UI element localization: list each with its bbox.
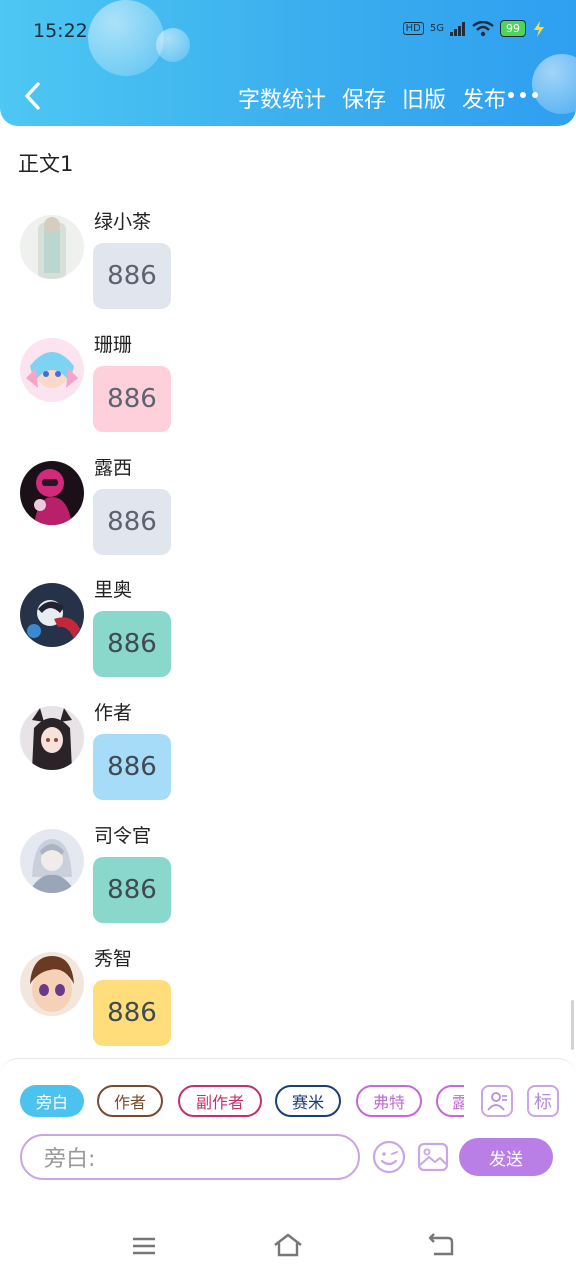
- message-bubble[interactable]: 886: [93, 366, 171, 432]
- speaker-name: 司令官: [94, 825, 152, 847]
- message-bubble[interactable]: 886: [93, 489, 171, 555]
- save-button[interactable]: 保存: [342, 82, 386, 114]
- avatar[interactable]: [20, 583, 84, 647]
- word-count-button[interactable]: 字数统计: [238, 82, 326, 114]
- avatar[interactable]: [20, 829, 84, 893]
- speaker-name: 里奥: [94, 579, 133, 601]
- avatar[interactable]: [20, 706, 84, 770]
- avatar[interactable]: [20, 461, 84, 525]
- 5g-icon: 5G: [429, 23, 444, 34]
- role-chip-author[interactable]: 作者: [97, 1085, 163, 1117]
- more-horizontal-icon[interactable]: [508, 92, 538, 98]
- header-actions: 字数统计 保存 旧版 发布: [238, 82, 506, 114]
- chevron-left-icon[interactable]: [18, 78, 48, 114]
- status-icons: HD 5G 99: [402, 20, 546, 37]
- decor-bubble: [88, 0, 164, 76]
- message-bubble[interactable]: 886: [93, 243, 171, 309]
- signal-icon: [450, 21, 465, 36]
- role-chip-fute[interactable]: 弗特: [356, 1085, 422, 1117]
- smiley-icon[interactable]: [372, 1140, 406, 1174]
- role-chip-coauthor[interactable]: 副作者: [178, 1085, 262, 1117]
- status-time: 15:22: [33, 20, 88, 42]
- speaker-name: 秀智: [94, 948, 133, 970]
- message-bubble[interactable]: 886: [93, 980, 171, 1046]
- decor-bubble: [156, 28, 190, 62]
- speaker-name: 珊珊: [94, 334, 133, 356]
- role-chip-narrator[interactable]: 旁白: [20, 1085, 84, 1117]
- wifi-icon: [472, 20, 494, 36]
- avatar[interactable]: [20, 952, 84, 1016]
- charging-icon: [534, 20, 544, 37]
- decor-bubble: [532, 54, 576, 114]
- message-bubble[interactable]: 886: [93, 734, 171, 800]
- speaker-name: 作者: [94, 702, 133, 724]
- avatar[interactable]: [20, 338, 84, 402]
- app-header: 15:22 HD 5G 99 字数统计 保存 旧版 发布: [0, 0, 576, 126]
- role-chip-lu[interactable]: 露: [436, 1085, 464, 1117]
- avatar[interactable]: [20, 215, 84, 279]
- speaker-name: 绿小茶: [94, 211, 152, 233]
- scrollbar[interactable]: [571, 1000, 574, 1050]
- tag-button[interactable]: 标: [527, 1085, 559, 1117]
- role-chip-saimi[interactable]: 赛米: [275, 1085, 341, 1117]
- home-icon[interactable]: [272, 1232, 304, 1258]
- message-bubble[interactable]: 886: [93, 611, 171, 677]
- person-list-icon[interactable]: [481, 1085, 513, 1117]
- message-input[interactable]: 旁白:: [20, 1134, 360, 1180]
- speaker-name: 露西: [94, 457, 133, 479]
- role-chip-clipped-wrapper: 露: [436, 1085, 464, 1119]
- menu-icon[interactable]: [131, 1235, 157, 1257]
- battery-icon: 99: [500, 20, 526, 37]
- system-nav-bar: [0, 1214, 576, 1280]
- old-version-button[interactable]: 旧版: [402, 82, 446, 114]
- image-icon[interactable]: [417, 1141, 449, 1173]
- hd-icon: HD: [402, 22, 424, 35]
- publish-button[interactable]: 发布: [462, 82, 506, 114]
- section-title: 正文1: [18, 152, 74, 176]
- back-icon[interactable]: [426, 1232, 454, 1258]
- message-bubble[interactable]: 886: [93, 857, 171, 923]
- send-button[interactable]: 发送: [459, 1138, 553, 1176]
